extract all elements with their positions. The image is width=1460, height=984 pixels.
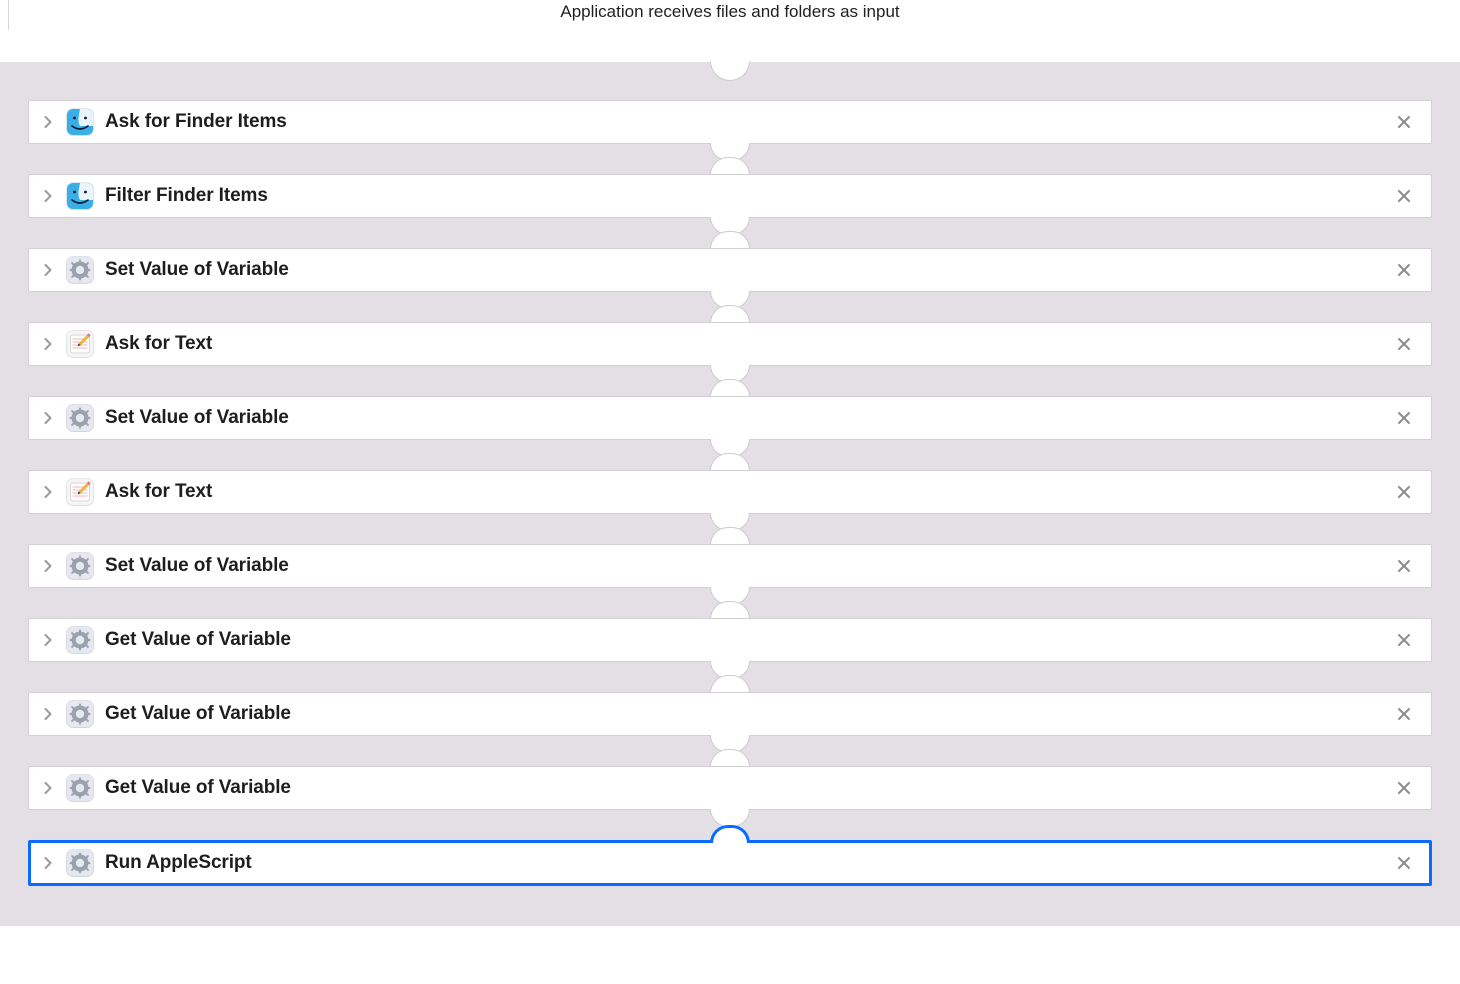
remove-action-button[interactable] bbox=[1391, 850, 1417, 876]
action-connector bbox=[28, 736, 1432, 766]
disclosure-chevron-icon[interactable] bbox=[39, 779, 57, 797]
workflow-action[interactable]: Get Value of Variable bbox=[28, 692, 1432, 736]
action-app-icon bbox=[65, 625, 95, 655]
action-title: Get Value of Variable bbox=[105, 777, 1391, 799]
action-connector bbox=[28, 366, 1432, 396]
workflow-action[interactable]: Set Value of Variable bbox=[28, 248, 1432, 292]
connector-from-input bbox=[0, 62, 1460, 100]
action-connector bbox=[28, 810, 1432, 840]
workflow-action[interactable]: Get Value of Variable bbox=[28, 766, 1432, 810]
action-connector bbox=[28, 218, 1432, 248]
action-app-icon bbox=[65, 181, 95, 211]
disclosure-chevron-icon[interactable] bbox=[39, 631, 57, 649]
action-connector bbox=[28, 662, 1432, 692]
disclosure-chevron-icon[interactable] bbox=[39, 187, 57, 205]
workflow-canvas: Ask for Finder Items Filter Finder Items… bbox=[0, 62, 1460, 926]
action-title: Run AppleScript bbox=[105, 852, 1391, 874]
window-left-divider bbox=[0, 0, 9, 30]
remove-action-button[interactable] bbox=[1391, 479, 1417, 505]
action-title: Set Value of Variable bbox=[105, 555, 1391, 577]
remove-action-button[interactable] bbox=[1391, 257, 1417, 283]
workflow-action[interactable]: Set Value of Variable bbox=[28, 544, 1432, 588]
action-title: Ask for Text bbox=[105, 333, 1391, 355]
workflow-input-text: Application receives files and folders a… bbox=[560, 2, 899, 22]
workflow-action[interactable]: Ask for Finder Items bbox=[28, 100, 1432, 144]
action-app-icon bbox=[65, 329, 95, 359]
action-connector bbox=[28, 144, 1432, 174]
disclosure-chevron-icon[interactable] bbox=[39, 409, 57, 427]
remove-action-button[interactable] bbox=[1391, 775, 1417, 801]
action-app-icon bbox=[65, 848, 95, 878]
disclosure-chevron-icon[interactable] bbox=[39, 557, 57, 575]
workflow-action[interactable]: Run AppleScript bbox=[28, 840, 1432, 886]
action-connector bbox=[28, 292, 1432, 322]
workflow-action[interactable]: Filter Finder Items bbox=[28, 174, 1432, 218]
action-connector bbox=[28, 588, 1432, 618]
remove-action-button[interactable] bbox=[1391, 109, 1417, 135]
action-app-icon bbox=[65, 477, 95, 507]
disclosure-chevron-icon[interactable] bbox=[39, 705, 57, 723]
action-app-icon bbox=[65, 773, 95, 803]
action-app-icon bbox=[65, 551, 95, 581]
workflow-action[interactable]: Ask for Text bbox=[28, 470, 1432, 514]
action-title: Set Value of Variable bbox=[105, 259, 1391, 281]
action-title: Get Value of Variable bbox=[105, 703, 1391, 725]
remove-action-button[interactable] bbox=[1391, 331, 1417, 357]
action-app-icon bbox=[65, 403, 95, 433]
remove-action-button[interactable] bbox=[1391, 701, 1417, 727]
action-connector bbox=[28, 440, 1432, 470]
action-title: Get Value of Variable bbox=[105, 629, 1391, 651]
workflow-action[interactable]: Set Value of Variable bbox=[28, 396, 1432, 440]
remove-action-button[interactable] bbox=[1391, 405, 1417, 431]
action-title: Filter Finder Items bbox=[105, 185, 1391, 207]
workflow-input-header: Application receives files and folders a… bbox=[0, 0, 1460, 62]
remove-action-button[interactable] bbox=[1391, 183, 1417, 209]
disclosure-chevron-icon[interactable] bbox=[39, 335, 57, 353]
action-title: Ask for Finder Items bbox=[105, 111, 1391, 133]
disclosure-chevron-icon[interactable] bbox=[39, 113, 57, 131]
action-connector bbox=[28, 514, 1432, 544]
disclosure-chevron-icon[interactable] bbox=[39, 261, 57, 279]
workflow-action[interactable]: Get Value of Variable bbox=[28, 618, 1432, 662]
action-app-icon bbox=[65, 107, 95, 137]
action-app-icon bbox=[65, 699, 95, 729]
disclosure-chevron-icon[interactable] bbox=[39, 854, 57, 872]
disclosure-chevron-icon[interactable] bbox=[39, 483, 57, 501]
remove-action-button[interactable] bbox=[1391, 553, 1417, 579]
remove-action-button[interactable] bbox=[1391, 627, 1417, 653]
action-title: Set Value of Variable bbox=[105, 407, 1391, 429]
action-title: Ask for Text bbox=[105, 481, 1391, 503]
workflow-action[interactable]: Ask for Text bbox=[28, 322, 1432, 366]
action-app-icon bbox=[65, 255, 95, 285]
